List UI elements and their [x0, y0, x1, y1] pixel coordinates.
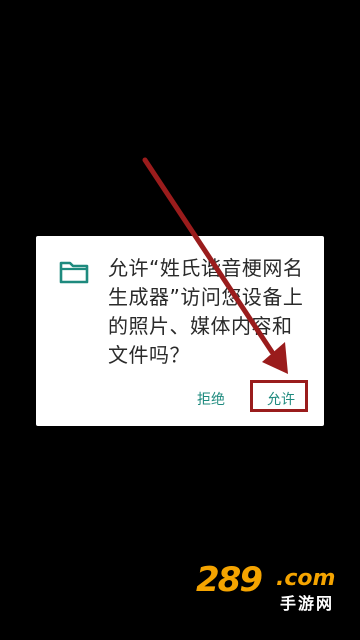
watermark-logo: 289 .com 手游网: [196, 560, 346, 616]
permission-dialog: 允许“姓氏谐音梗网名生成器”访问您设备上的照片、媒体内容和文件吗？ 拒绝 允许: [36, 236, 324, 426]
watermark-domain: .com: [276, 566, 336, 591]
dialog-message: 允许“姓氏谐音梗网名生成器”访问您设备上的照片、媒体内容和文件吗？: [108, 256, 304, 367]
dialog-actions: 拒绝 允许: [36, 384, 324, 416]
watermark-brand: 289: [196, 560, 263, 600]
watermark-subtitle: 手游网: [280, 594, 335, 613]
folder-icon: [58, 256, 90, 288]
allow-button[interactable]: 允许: [253, 384, 309, 416]
screen: 允许“姓氏谐音梗网名生成器”访问您设备上的照片、媒体内容和文件吗？ 拒绝 允许 …: [0, 0, 360, 640]
deny-button[interactable]: 拒绝: [196, 384, 226, 416]
